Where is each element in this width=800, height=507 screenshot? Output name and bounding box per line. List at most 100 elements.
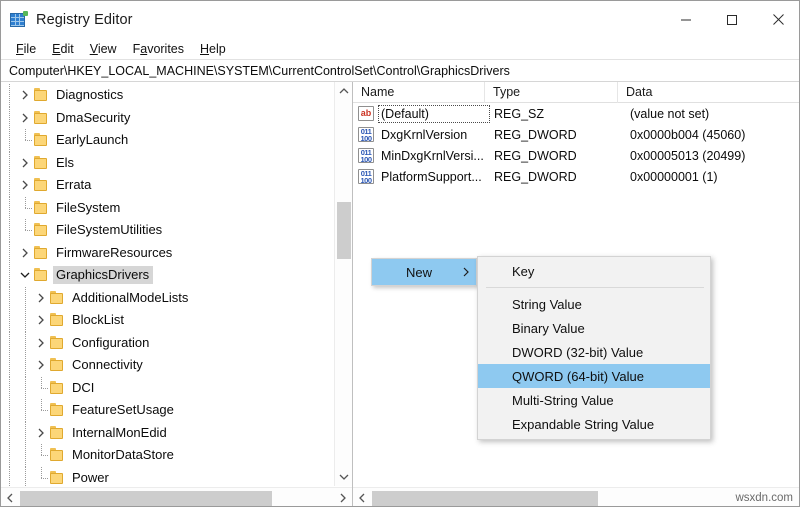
- values-hscroll-thumb[interactable]: [372, 491, 598, 506]
- tree-indent-guide: [1, 174, 17, 197]
- folder-icon: [49, 313, 65, 327]
- tree-expander-collapsed[interactable]: [33, 425, 49, 441]
- tree-expander-expanded[interactable]: [17, 267, 33, 283]
- scroll-left-button[interactable]: [1, 488, 19, 507]
- tree-item-label: Configuration: [69, 334, 153, 352]
- context-menu-item[interactable]: Multi-String Value: [478, 388, 710, 412]
- tree-hscroll-thumb[interactable]: [20, 491, 272, 506]
- menu-help[interactable]: Help: [192, 39, 234, 59]
- tree-expander-collapsed[interactable]: [33, 290, 49, 306]
- chevron-left-icon: [358, 493, 366, 503]
- tree-item-dci[interactable]: DCI: [1, 377, 334, 400]
- tree-item-errata[interactable]: Errata: [1, 174, 334, 197]
- menu-bar: File Edit View Favorites Help: [1, 38, 800, 60]
- close-button[interactable]: [755, 1, 800, 38]
- tree-item-power[interactable]: Power: [1, 467, 334, 487]
- tree-expander-collapsed[interactable]: [17, 87, 33, 103]
- tree-item-firmwareresources[interactable]: FirmwareResources: [1, 242, 334, 265]
- tree-item-dmasecurity[interactable]: DmaSecurity: [1, 107, 334, 130]
- tree-item-monitordatastore[interactable]: MonitorDataStore: [1, 444, 334, 467]
- tree-item-configuration[interactable]: Configuration: [1, 332, 334, 355]
- window-controls: [663, 1, 800, 38]
- menu-view[interactable]: View: [82, 39, 125, 59]
- tree-item-internalmonedid[interactable]: InternalMonEdid: [1, 422, 334, 445]
- value-row[interactable]: 011100PlatformSupport...REG_DWORD0x00000…: [353, 166, 800, 187]
- tree-item-filesystemutilities[interactable]: FileSystemUtilities: [1, 219, 334, 242]
- tree-expander-collapsed[interactable]: [33, 335, 49, 351]
- tree-expander-collapsed[interactable]: [33, 312, 49, 328]
- column-header-name[interactable]: Name: [353, 82, 485, 103]
- context-menu-item[interactable]: Key: [478, 259, 710, 283]
- chevron-left-icon: [6, 493, 14, 503]
- scroll-up-button[interactable]: [335, 82, 353, 100]
- values-scroll-left-button[interactable]: [353, 488, 371, 507]
- address-bar[interactable]: Computer\HKEY_LOCAL_MACHINE\SYSTEM\Curre…: [1, 61, 800, 82]
- folder-icon: [33, 133, 49, 147]
- tree-item-filesystem[interactable]: FileSystem: [1, 197, 334, 220]
- folder-icon: [33, 246, 49, 260]
- context-menu-item[interactable]: String Value: [478, 292, 710, 316]
- tree-expander-collapsed[interactable]: [33, 357, 49, 373]
- tree-scroll-thumb[interactable]: [337, 202, 351, 259]
- context-menu-item[interactable]: QWORD (64-bit) Value: [478, 364, 710, 388]
- scroll-down-button[interactable]: [335, 468, 353, 486]
- tree-expander-collapsed[interactable]: [17, 245, 33, 261]
- folder-icon: [33, 178, 49, 192]
- chevron-right-icon: [21, 180, 29, 190]
- tree-item-blocklist[interactable]: BlockList: [1, 309, 334, 332]
- tree-item-graphicsdrivers[interactable]: GraphicsDrivers: [1, 264, 334, 287]
- menu-favorites[interactable]: Favorites: [125, 39, 192, 59]
- values-horizontal-scrollbar[interactable]: [353, 487, 800, 507]
- tree-item-label: FeatureSetUsage: [69, 401, 178, 419]
- chevron-up-icon: [339, 87, 349, 95]
- context-menu-item[interactable]: DWORD (32-bit) Value: [478, 340, 710, 364]
- tree-indent-guide: [17, 399, 33, 422]
- value-name: MinDxgKrnlVersi...: [379, 148, 489, 164]
- tree-vertical-scrollbar[interactable]: [334, 82, 352, 486]
- tree-indent-guide: [1, 107, 17, 130]
- tree-expander-collapsed[interactable]: [17, 155, 33, 171]
- context-menu-item-new[interactable]: New: [372, 259, 476, 285]
- column-header-data[interactable]: Data: [618, 82, 800, 103]
- tree-leaf-guide: [33, 444, 49, 467]
- value-row[interactable]: ab(Default)REG_SZ(value not set): [353, 103, 800, 124]
- column-header-type[interactable]: Type: [485, 82, 618, 103]
- window-title: Registry Editor: [36, 12, 133, 28]
- folder-icon: [49, 381, 65, 395]
- tree-expander-collapsed[interactable]: [17, 177, 33, 193]
- folder-icon: [49, 471, 65, 485]
- tree-item-els[interactable]: Els: [1, 152, 334, 175]
- tree-item-earlylaunch[interactable]: EarlyLaunch: [1, 129, 334, 152]
- menu-edit[interactable]: Edit: [44, 39, 82, 59]
- maximize-button[interactable]: [709, 1, 755, 38]
- tree-horizontal-scrollbar[interactable]: [1, 487, 352, 507]
- chevron-right-icon: [37, 315, 45, 325]
- context-menu-item[interactable]: Binary Value: [478, 316, 710, 340]
- tree-item-diagnostics[interactable]: Diagnostics: [1, 84, 334, 107]
- context-submenu-new: Key String ValueBinary ValueDWORD (32-bit…: [477, 256, 711, 440]
- minimize-button[interactable]: [663, 1, 709, 38]
- tree-indent-guide: [1, 129, 17, 152]
- context-menu-item[interactable]: Expandable String Value: [478, 412, 710, 436]
- values-header: Name Type Data: [353, 82, 800, 103]
- menu-file[interactable]: File: [8, 39, 44, 59]
- folder-icon: [33, 268, 49, 282]
- tree-item-label: BlockList: [69, 311, 128, 329]
- value-data: 0x0000b004 (45060): [622, 128, 745, 142]
- tree-indent-guide: [1, 152, 17, 175]
- tree-expander-collapsed[interactable]: [17, 110, 33, 126]
- value-type: REG_DWORD: [489, 128, 622, 142]
- registry-tree[interactable]: DiagnosticsDmaSecurityEarlyLaunchElsErra…: [1, 82, 334, 486]
- registry-editor-window: Registry Editor File Edit Vi: [0, 0, 800, 507]
- tree-item-additionalmodelists[interactable]: AdditionalModeLists: [1, 287, 334, 310]
- chevron-down-icon: [339, 473, 349, 481]
- tree-item-featuresetusage[interactable]: FeatureSetUsage: [1, 399, 334, 422]
- scroll-right-button[interactable]: [334, 488, 352, 507]
- value-row[interactable]: 011100MinDxgKrnlVersi...REG_DWORD0x00005…: [353, 145, 800, 166]
- chevron-right-icon: [21, 90, 29, 100]
- tree-indent-guide: [1, 332, 17, 355]
- folder-icon: [49, 403, 65, 417]
- tree-item-connectivity[interactable]: Connectivity: [1, 354, 334, 377]
- value-row[interactable]: 011100DxgKrnlVersionREG_DWORD0x0000b004 …: [353, 124, 800, 145]
- tree-item-label: GraphicsDrivers: [53, 266, 153, 284]
